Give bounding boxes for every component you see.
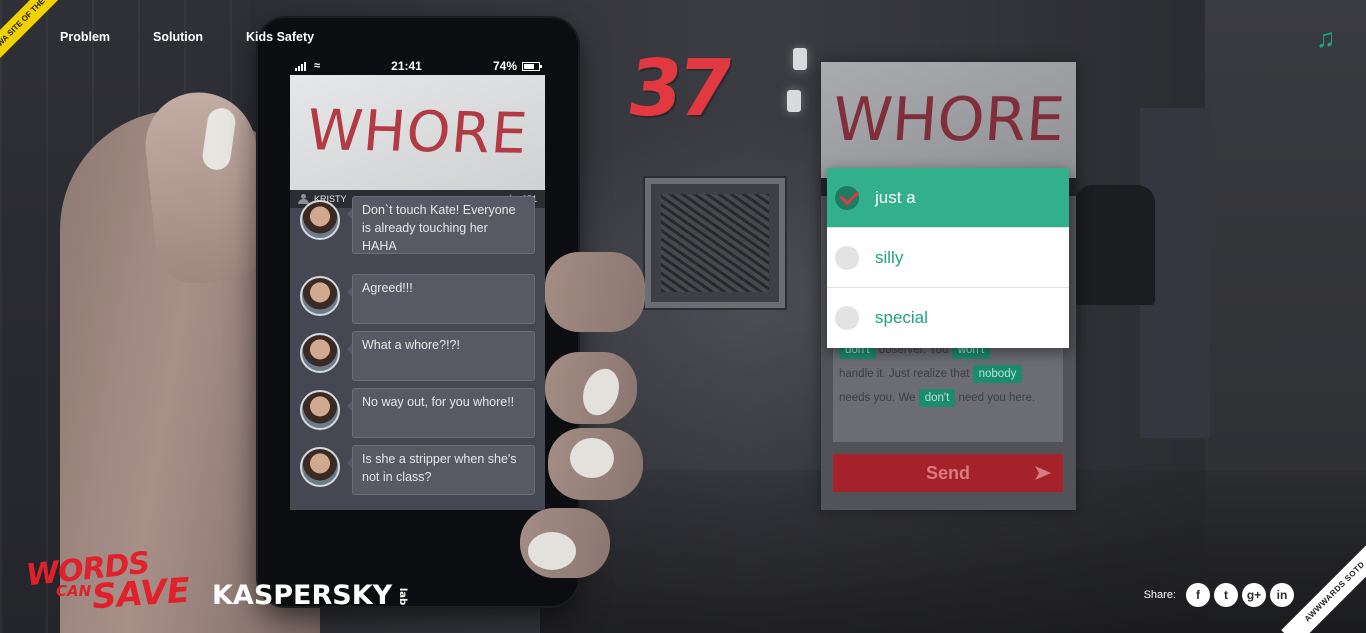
logo-text: SAVE xyxy=(90,570,192,618)
twitter-icon[interactable]: t xyxy=(1214,583,1238,607)
avatar xyxy=(300,200,340,240)
message-text: need you here. xyxy=(958,392,1036,404)
avatar xyxy=(300,276,340,316)
comment-bubble: Is she a stripper when she's not in clas… xyxy=(347,445,535,495)
comment-item: No way out, for you whore!! xyxy=(290,388,545,440)
panel-photo: WHORE xyxy=(821,62,1076,178)
background-lamp xyxy=(785,28,815,118)
finger xyxy=(545,252,645,332)
option-just-a[interactable]: just a xyxy=(827,168,1069,228)
kaspersky-logo[interactable]: KASPERSKY lab xyxy=(212,580,412,611)
option-silly[interactable]: silly xyxy=(827,228,1069,288)
battery-icon xyxy=(522,61,542,71)
comment-item: Is she a stripper when she's not in clas… xyxy=(290,445,545,497)
background-jacket xyxy=(1075,185,1155,305)
avatar xyxy=(300,390,340,430)
kaspersky-text: KASPERSKY xyxy=(212,580,393,611)
google-plus-icon[interactable]: g+ xyxy=(1242,583,1266,607)
kaspersky-lab-text: lab xyxy=(397,587,409,606)
comment-bubble: Agreed!!! xyxy=(347,274,535,324)
panel-photo-word: WHORE xyxy=(830,85,1067,155)
wifi-icon: ≈ xyxy=(314,60,321,72)
share-bar: Share: f t g+ in xyxy=(1144,583,1294,607)
battery-percent: 74% xyxy=(492,59,517,73)
post-photo: WHORE xyxy=(290,75,545,190)
share-label: Share: xyxy=(1143,589,1176,601)
send-button[interactable]: Send xyxy=(833,454,1063,492)
option-label: just a xyxy=(875,187,916,207)
nav-kids-safety[interactable]: Kids Safety xyxy=(246,30,314,44)
nav-solution[interactable]: Solution xyxy=(153,30,203,44)
comment-bubble: No way out, for you whore!! xyxy=(347,388,535,438)
linkedin-icon[interactable]: in xyxy=(1270,583,1294,607)
send-arrow-icon xyxy=(1035,466,1051,480)
message-text: handle it. Just realize that xyxy=(839,368,970,380)
comment-bubble: Don`t touch Kate! Everyone is already to… xyxy=(347,196,535,254)
comment-item: Don`t touch Kate! Everyone is already to… xyxy=(290,196,545,256)
comment-bubble: What a whore?!?! xyxy=(347,331,535,381)
send-label: Send xyxy=(925,462,970,483)
word-chip[interactable]: nobody xyxy=(972,365,1023,383)
option-label: silly xyxy=(875,247,904,267)
status-bar: ≈ 21:41 74% xyxy=(290,57,545,75)
background-painting xyxy=(645,178,785,308)
words-can-save-logo[interactable]: WORDS CAN SAVE xyxy=(25,546,196,618)
facebook-icon[interactable]: f xyxy=(1186,583,1210,607)
check-radio-icon xyxy=(835,185,859,210)
counter: 37 xyxy=(621,44,735,134)
option-label: special xyxy=(875,308,928,327)
music-note-icon[interactable]: ♫ xyxy=(1316,25,1340,51)
word-options-dropdown: just a silly special xyxy=(827,168,1069,348)
fingernail xyxy=(528,532,576,570)
user-icon xyxy=(298,194,309,204)
comment-item: What a whore?!?! xyxy=(290,331,545,383)
phone-screen: ≈ 21:41 74% WHORE KRISTY 351 Don`t touch… xyxy=(290,57,545,510)
message-field[interactable]: don't observer. You won't handle it. Jus… xyxy=(833,332,1063,442)
radio-icon xyxy=(835,306,859,330)
top-nav: Problem Solution Kids Safety xyxy=(60,30,314,44)
option-special[interactable]: special xyxy=(827,288,1069,348)
logo-text: CAN xyxy=(56,582,92,600)
status-time: 21:41 xyxy=(391,59,422,73)
radio-icon xyxy=(835,245,859,270)
comment-item: Agreed!!! xyxy=(290,274,545,326)
nav-problem[interactable]: Problem xyxy=(60,30,110,44)
fingernail xyxy=(570,438,614,478)
avatar xyxy=(300,447,340,487)
post-photo-word: WHORE xyxy=(304,98,531,167)
avatar xyxy=(300,333,340,373)
message-text: needs you. We xyxy=(839,392,916,404)
signal-bars-icon xyxy=(295,61,306,71)
word-chip[interactable]: don't xyxy=(918,389,956,407)
